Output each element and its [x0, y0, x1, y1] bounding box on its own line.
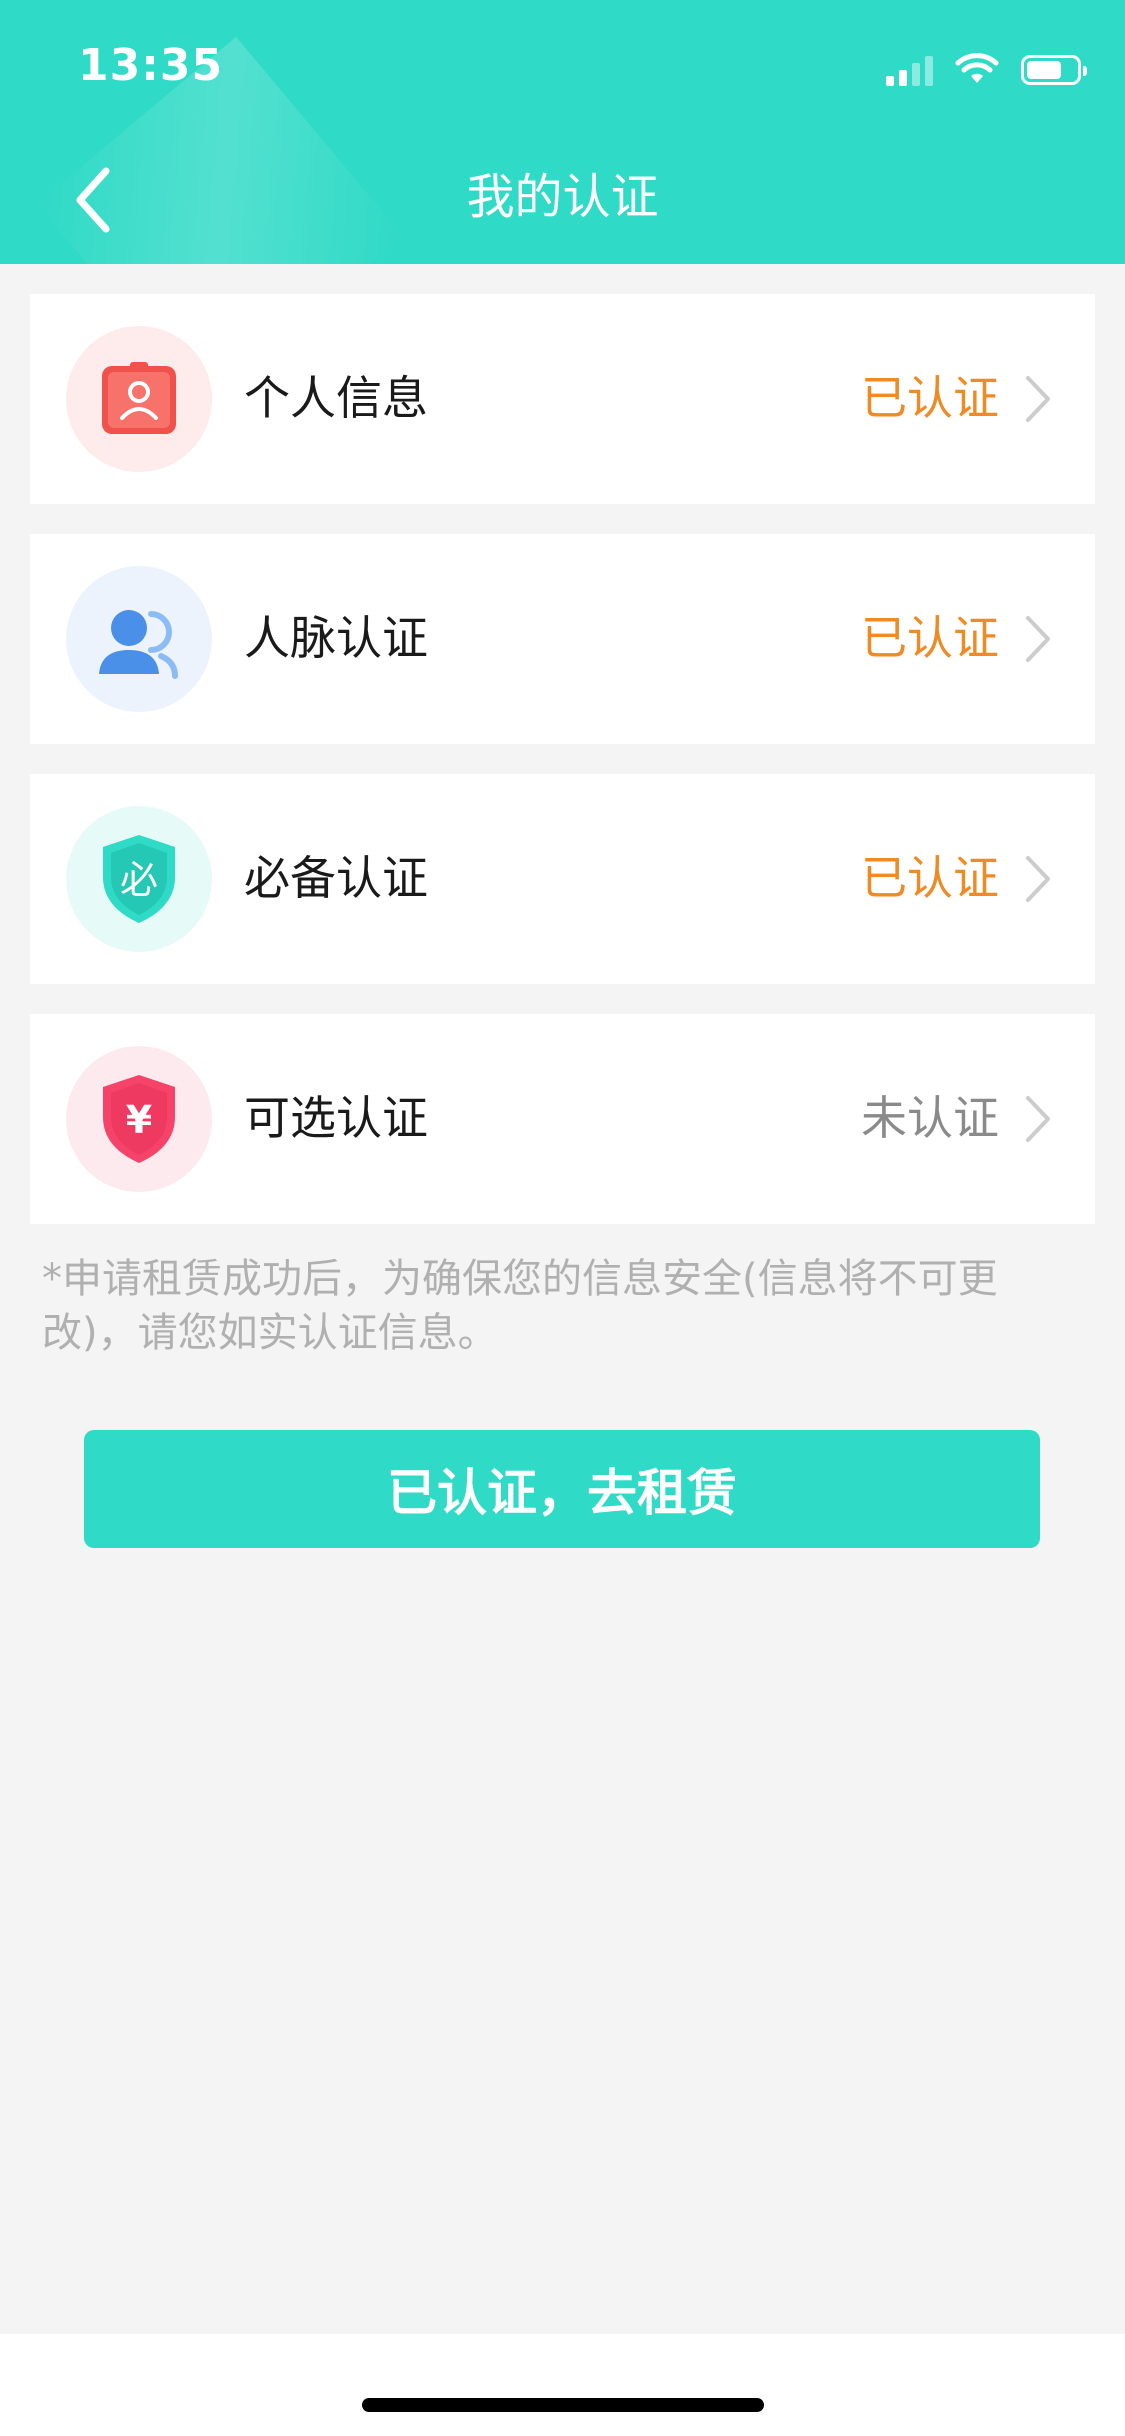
wifi-icon [955, 53, 999, 83]
status-time: 13:35 [78, 40, 224, 91]
header-bar: 13:35 我的认证 [0, 0, 1125, 264]
svg-text:必: 必 [120, 858, 158, 902]
required-shield-icon: 必 [103, 835, 175, 923]
item-label: 人脉认证 [244, 611, 428, 665]
home-indicator-area [0, 2334, 1125, 2436]
go-rent-button[interactable]: 已认证，去租赁 [84, 1430, 1040, 1548]
contacts-icon [99, 610, 178, 679]
status-text: 已认证 [861, 851, 999, 905]
yen-shield-icon: ¥ [103, 1075, 175, 1163]
item-label: 可选认证 [244, 1091, 428, 1145]
cellular-signal-icon [886, 54, 933, 86]
icon-circle [66, 326, 212, 472]
chevron-right-icon [1026, 616, 1050, 662]
icon-circle: 必 [66, 806, 212, 952]
chevron-right-icon [1026, 1096, 1050, 1142]
home-indicator[interactable] [362, 2398, 764, 2412]
id-card-icon [102, 362, 176, 434]
item-label: 必备认证 [244, 851, 428, 905]
svg-text:¥: ¥ [126, 1098, 152, 1142]
icon-circle [66, 566, 212, 712]
icon-circle: ¥ [66, 1046, 212, 1192]
chevron-right-icon [1026, 856, 1050, 902]
verification-list: 个人信息 已认证 人脉认证 已认证 必 必备认证 已认证 ¥ 可选认证 未认证 [30, 294, 1095, 1254]
page-title: 我的认证 [466, 169, 659, 225]
notice-text: *申请租赁成功后，为确保您的信息安全(信息将不可更改)，请您如实认证信息。 [42, 1256, 998, 1356]
status-text: 已认证 [861, 611, 999, 665]
list-item-required[interactable]: 必 必备认证 已认证 [30, 774, 1095, 984]
status-text: 已认证 [861, 371, 999, 425]
list-item-optional[interactable]: ¥ 可选认证 未认证 [30, 1014, 1095, 1224]
status-icons [886, 50, 1087, 90]
item-label: 个人信息 [244, 371, 428, 425]
battery-icon [1021, 55, 1087, 85]
list-item-contacts[interactable]: 人脉认证 已认证 [30, 534, 1095, 744]
chevron-right-icon [1026, 376, 1050, 422]
status-text: 未认证 [861, 1091, 999, 1145]
list-item-personal-info[interactable]: 个人信息 已认证 [30, 294, 1095, 504]
